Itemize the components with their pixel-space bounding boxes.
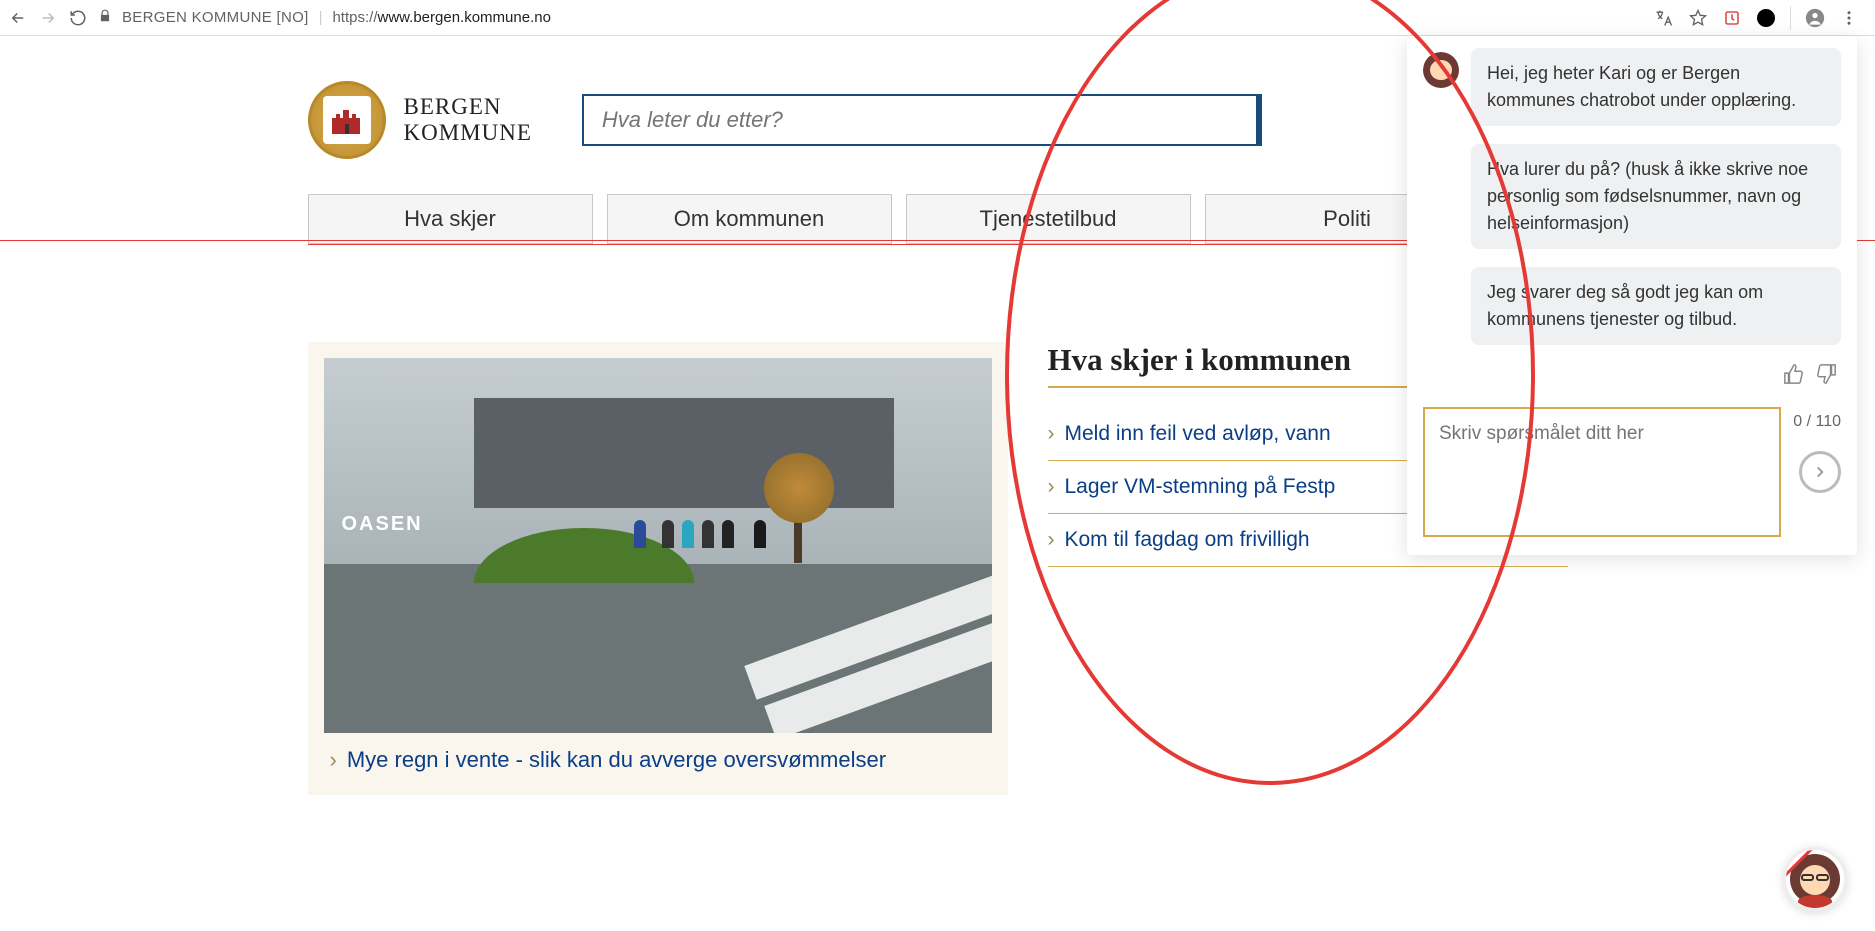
chat-message: Hva lurer du på? (husk å ikke skrive noe… — [1423, 144, 1841, 249]
site-logo[interactable]: BERGEN KOMMUNE — [308, 81, 532, 159]
search-input[interactable] — [582, 94, 1256, 146]
site-identity: BERGEN KOMMUNE [NO] — [122, 9, 309, 26]
nav-tab-om-kommunen[interactable]: Om kommunen — [607, 194, 892, 244]
thumbs-down-icon[interactable] — [1815, 363, 1837, 385]
chat-input[interactable] — [1423, 407, 1781, 537]
extension-dot-icon[interactable] — [1756, 8, 1776, 28]
search-button[interactable] — [1256, 94, 1262, 146]
lock-icon — [98, 9, 112, 26]
chat-bubble: Hva lurer du på? (husk å ikke skrive noe… — [1471, 144, 1841, 249]
kebab-menu-icon[interactable] — [1839, 8, 1859, 28]
forward-icon — [38, 8, 58, 28]
nav-tab-tjenestetilbud[interactable]: Tjenestetilbud — [906, 194, 1191, 244]
chat-bubble: Jeg svarer deg så godt jeg kan om kommun… — [1471, 267, 1841, 345]
logo-text: BERGEN KOMMUNE — [404, 94, 532, 146]
news-item-label: Lager VM-stemning på Festp — [1065, 475, 1336, 499]
chatbot-fab[interactable] — [1783, 847, 1847, 911]
nav-tab-hva-skjer[interactable]: Hva skjer — [308, 194, 593, 244]
feature-card[interactable]: OASEN › Mye regn i vente - slik kan du a… — [308, 342, 1008, 795]
seal-icon — [308, 81, 386, 159]
profile-icon[interactable] — [1805, 8, 1825, 28]
chat-messages: Hei, jeg heter Kari og er Bergen kommune… — [1407, 48, 1857, 345]
chevron-right-icon: › — [1048, 475, 1055, 499]
browser-toolbar: BERGEN KOMMUNE [NO] | https://www.bergen… — [0, 0, 1875, 36]
chat-send-button[interactable] — [1799, 451, 1841, 493]
feature-image: OASEN — [324, 358, 992, 733]
reload-icon[interactable] — [68, 8, 88, 28]
main-nav: Hva skjer Om kommunen Tjenestetilbud Pol… — [308, 194, 1568, 245]
site-header: BERGEN KOMMUNE — [308, 81, 1568, 194]
chevron-right-icon: › — [330, 747, 337, 773]
page-content: BERGEN KOMMUNE Hva skjer Om kommunen Tje… — [308, 36, 1568, 245]
site-search — [582, 94, 1262, 146]
feature-headline: Mye regn i vente - slik kan du avverge o… — [347, 747, 886, 773]
chat-message: Jeg svarer deg så godt jeg kan om kommun… — [1423, 267, 1841, 345]
chat-feedback — [1407, 363, 1857, 393]
chat-input-area: 0 / 110 — [1423, 407, 1841, 537]
news-item-label: Kom til fagdag om frivilligh — [1065, 528, 1310, 552]
star-icon[interactable] — [1688, 8, 1708, 28]
chevron-right-icon: › — [1048, 528, 1055, 552]
chat-message: Hei, jeg heter Kari og er Bergen kommune… — [1423, 48, 1841, 126]
chatbot-avatar-icon — [1423, 52, 1459, 88]
chatbot-panel: Hei, jeg heter Kari og er Bergen kommune… — [1407, 36, 1857, 555]
chat-bubble: Hei, jeg heter Kari og er Bergen kommune… — [1471, 48, 1841, 126]
url-text: https://www.bergen.kommune.no — [332, 9, 550, 26]
chat-char-counter: 0 / 110 — [1793, 413, 1841, 431]
chevron-right-icon: › — [1048, 422, 1055, 446]
feature-headline-link[interactable]: › Mye regn i vente - slik kan du avverge… — [324, 733, 992, 779]
thumbs-up-icon[interactable] — [1783, 363, 1805, 385]
image-text-oasen: OASEN — [342, 513, 423, 536]
address-bar[interactable]: BERGEN KOMMUNE [NO] | https://www.bergen… — [98, 9, 1644, 26]
news-item-label: Meld inn feil ved avløp, vann — [1065, 422, 1331, 446]
shield-icon[interactable] — [1722, 8, 1742, 28]
back-icon[interactable] — [8, 8, 28, 28]
separator: | — [319, 9, 323, 26]
divider — [1790, 6, 1791, 30]
main-grid: OASEN › Mye regn i vente - slik kan du a… — [308, 290, 1568, 825]
browser-actions — [1654, 6, 1867, 30]
translate-icon[interactable] — [1654, 8, 1674, 28]
